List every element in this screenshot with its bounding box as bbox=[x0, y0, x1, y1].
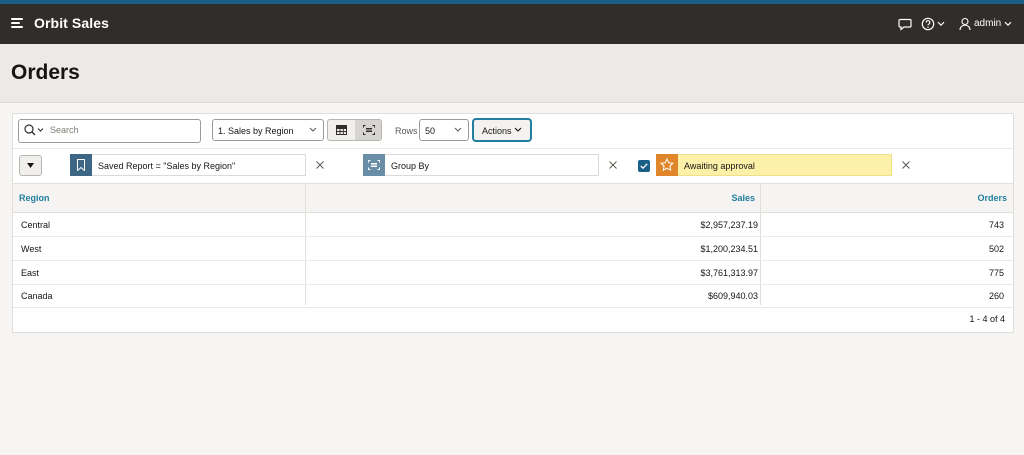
cell-sales: $1,200,234.51 bbox=[700, 244, 758, 254]
grid-view-icon bbox=[336, 125, 347, 135]
cell-region: East bbox=[21, 268, 40, 278]
table-header: Region Sales Orders bbox=[13, 184, 1013, 213]
cell-sales: $3,761,313.97 bbox=[700, 268, 758, 278]
remove-filter-icon[interactable] bbox=[902, 161, 910, 169]
view-group-by-button[interactable] bbox=[355, 120, 381, 140]
rows-label: Rows bbox=[395, 126, 418, 136]
table-row: East $3,761,313.97 775 bbox=[13, 261, 1013, 285]
cell-orders: 775 bbox=[988, 268, 1004, 278]
table-row: Central $2,957,237.19 743 bbox=[13, 213, 1013, 237]
cell-sales: $2,957,237.19 bbox=[700, 220, 758, 230]
column-header-orders[interactable]: Orders bbox=[977, 193, 1007, 203]
chevron-down-icon bbox=[514, 127, 522, 132]
cell-orders: 743 bbox=[988, 220, 1004, 230]
cell-orders: 260 bbox=[988, 291, 1004, 301]
pagination-info: 1 - 4 of 4 bbox=[969, 314, 1005, 324]
cell-sales: $609,940.03 bbox=[707, 291, 758, 301]
remove-filter-icon[interactable] bbox=[316, 161, 324, 169]
group-by-icon bbox=[363, 125, 375, 135]
rows-per-page-select[interactable]: 50 bbox=[419, 119, 469, 141]
app-title[interactable]: Orbit Sales bbox=[34, 15, 109, 31]
check-icon bbox=[640, 163, 648, 169]
chevron-down-icon bbox=[454, 127, 462, 132]
view-report-button[interactable] bbox=[328, 120, 355, 140]
actions-menu-button[interactable]: Actions bbox=[473, 119, 531, 141]
saved-report-filter[interactable]: Saved Report = "Sales by Region" bbox=[92, 154, 306, 176]
help-icon[interactable] bbox=[921, 16, 935, 32]
table-row: Canada $609,940.03 260 bbox=[13, 284, 1013, 308]
search-input[interactable] bbox=[50, 123, 190, 137]
app-header: Orbit Sales admin bbox=[0, 4, 1024, 44]
chevron-down-icon[interactable] bbox=[1004, 21, 1012, 27]
chevron-down-icon[interactable] bbox=[937, 21, 945, 27]
view-toggle-group bbox=[327, 119, 382, 141]
user-name[interactable]: admin bbox=[974, 18, 1001, 29]
star-icon bbox=[656, 154, 678, 176]
report-settings-bar: Saved Report = "Sales by Region" Group B… bbox=[13, 149, 1013, 184]
search-icon[interactable] bbox=[24, 124, 46, 136]
menu-icon[interactable] bbox=[11, 18, 23, 29]
cell-region: West bbox=[21, 244, 42, 254]
bookmark-icon bbox=[70, 154, 92, 176]
caret-down-icon bbox=[27, 163, 34, 168]
actions-label: Actions bbox=[482, 126, 512, 136]
interactive-report: 1. Sales by Region Rows 50 bbox=[12, 113, 1014, 333]
page-title: Orders bbox=[11, 61, 80, 84]
enable-filter-checkbox[interactable] bbox=[638, 160, 650, 172]
chevron-down-icon bbox=[309, 127, 317, 132]
rows-per-page-value: 50 bbox=[425, 126, 436, 136]
search-field[interactable] bbox=[18, 119, 201, 143]
user-icon[interactable] bbox=[959, 16, 971, 32]
group-by-icon bbox=[363, 154, 385, 176]
chat-icon[interactable] bbox=[898, 16, 912, 32]
cell-orders: 502 bbox=[988, 244, 1004, 254]
title-bar: Orders bbox=[0, 44, 1024, 103]
group-by-filter[interactable]: Group By bbox=[385, 154, 599, 176]
cell-region: Central bbox=[21, 220, 51, 230]
table-row: West $1,200,234.51 502 bbox=[13, 237, 1013, 261]
saved-report-select[interactable]: 1. Sales by Region bbox=[212, 119, 324, 141]
cell-region: Canada bbox=[21, 291, 53, 301]
column-header-region[interactable]: Region bbox=[19, 193, 50, 203]
column-header-sales[interactable]: Sales bbox=[731, 193, 755, 203]
saved-report-value: 1. Sales by Region bbox=[218, 126, 294, 136]
report-toolbar: 1. Sales by Region Rows 50 bbox=[13, 114, 1013, 149]
highlight-filter[interactable]: Awaiting approval bbox=[678, 154, 892, 176]
remove-filter-icon[interactable] bbox=[609, 161, 617, 169]
collapse-settings-button[interactable] bbox=[19, 155, 42, 176]
